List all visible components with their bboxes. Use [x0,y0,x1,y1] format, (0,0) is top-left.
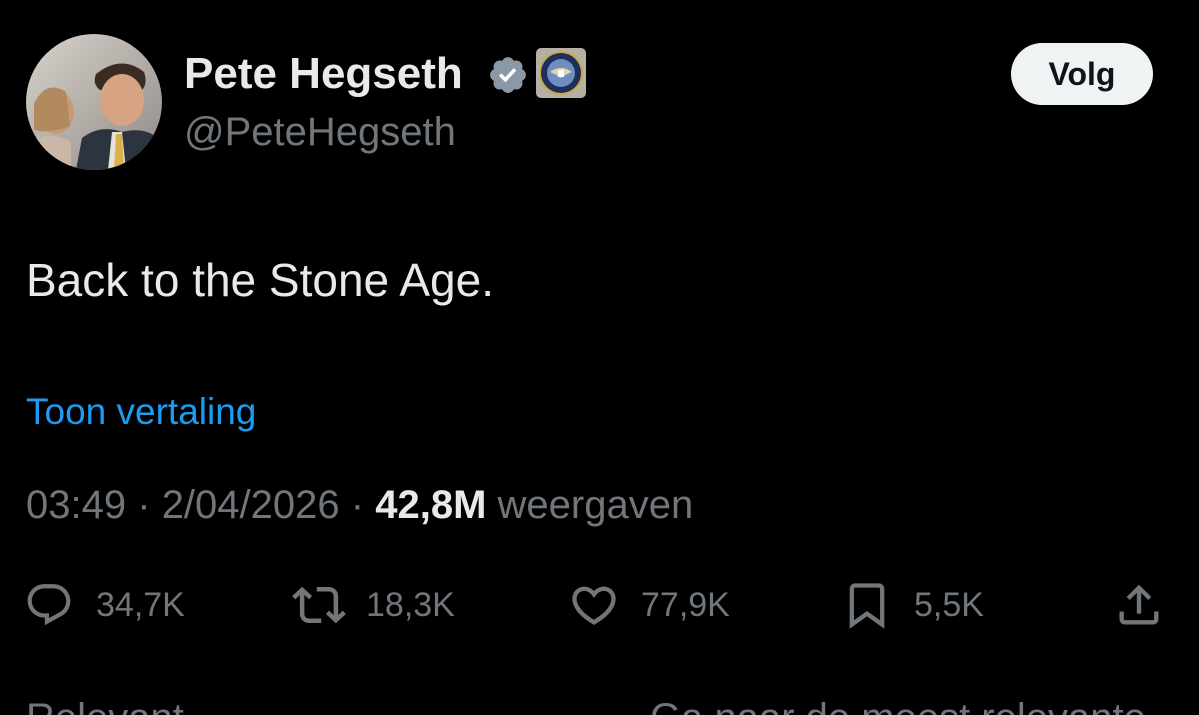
share-button[interactable] [1112,572,1166,638]
reply-button[interactable]: 34,7K [22,572,185,638]
sort-description[interactable]: Ga naar de meest relevante [650,696,1146,715]
reply-icon [22,578,76,632]
like-button[interactable]: 77,9K [567,572,730,638]
bookmark-icon [840,578,894,632]
share-icon [1112,578,1166,632]
bookmark-button[interactable]: 5,5K [840,572,984,638]
author-display-name[interactable]: Pete Hegseth [184,46,463,102]
tweet-time[interactable]: 03:49 [26,483,126,527]
meta-separator: · [137,483,151,527]
sort-relevant-label[interactable]: Relevant [26,696,184,715]
heart-icon [567,578,621,632]
repost-button[interactable]: 18,3K [292,572,455,638]
verified-badge-icon[interactable] [487,54,529,96]
affiliation-seal-icon[interactable] [536,48,586,98]
reply-count: 34,7K [96,585,185,624]
repost-count: 18,3K [366,585,455,624]
action-bar: 34,7K 18,3K 77,9K 5,5K [0,572,1199,638]
author-handle[interactable]: @PeteHegseth [184,106,456,158]
like-count: 77,9K [641,585,730,624]
tweet-text: Back to the Stone Age. [26,254,494,306]
views-label: weergaven [497,483,694,527]
avatar-photo [26,34,162,170]
tweet-date[interactable]: 2/04/2026 [162,483,340,527]
reply-sort-row: Relevant Ga naar de meest relevante [0,686,1199,715]
repost-icon [292,578,346,632]
views-count[interactable]: 42,8M [375,483,486,527]
show-translation-link[interactable]: Toon vertaling [26,388,256,436]
avatar[interactable] [26,34,162,170]
follow-button[interactable]: Volg [1011,43,1153,105]
tweet-meta: 03:49 · 2/04/2026 · 42,8M weergaven [26,479,693,531]
meta-separator: · [350,483,365,527]
bookmark-count: 5,5K [914,585,984,624]
